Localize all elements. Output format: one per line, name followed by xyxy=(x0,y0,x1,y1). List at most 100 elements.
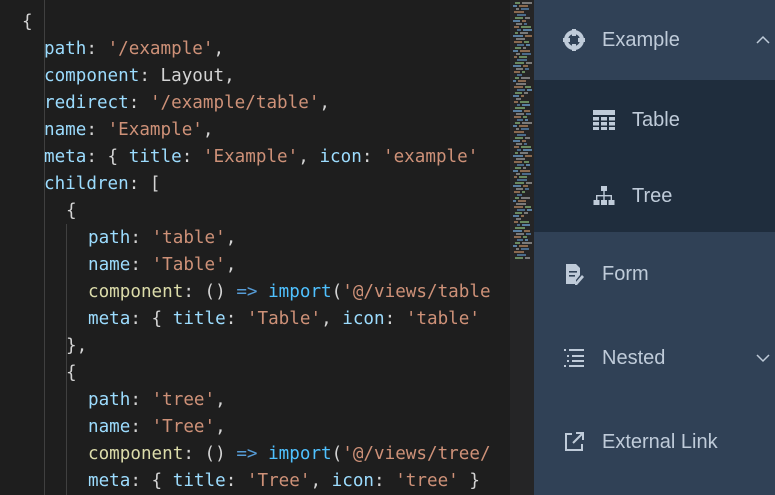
submenu-item-table[interactable]: Table xyxy=(534,82,775,158)
submenu-item-tree[interactable]: Tree xyxy=(534,158,775,234)
minimap-mark xyxy=(517,89,525,91)
code-line: { xyxy=(66,201,77,221)
minimap-mark xyxy=(516,53,520,55)
minimap-mark xyxy=(516,218,521,220)
minimap-mark xyxy=(525,86,531,88)
minimap-mark xyxy=(524,143,527,145)
minimap-mark xyxy=(523,47,526,49)
minimap-mark xyxy=(515,212,522,214)
code-line: component: () => import('@/views/tree/ xyxy=(88,444,491,464)
minimap-mark xyxy=(517,14,526,16)
minimap-mark xyxy=(525,35,532,37)
minimap-mark xyxy=(513,5,517,7)
minimap-mark xyxy=(516,98,521,100)
minimap-mark xyxy=(520,32,528,34)
minimap-mark xyxy=(522,224,530,226)
code-line: meta: { title: 'Table', icon: 'table' xyxy=(88,309,480,329)
minimap-mark xyxy=(522,173,531,175)
minimap-mark xyxy=(517,44,524,46)
editor-minimap[interactable] xyxy=(510,0,534,495)
code-line: path: 'table', xyxy=(88,228,237,248)
table-icon xyxy=(592,108,616,132)
minimap-mark xyxy=(516,8,519,10)
minimap-mark xyxy=(524,212,528,214)
minimap-mark xyxy=(517,149,521,151)
minimap-mark xyxy=(522,71,525,73)
chevron-down-icon xyxy=(756,354,770,363)
menu-item-nested[interactable]: Nested xyxy=(534,318,775,398)
minimap-mark xyxy=(513,200,516,202)
menu-item-external-link[interactable]: External Link xyxy=(534,402,775,482)
minimap-mark xyxy=(516,158,525,160)
minimap-mark xyxy=(526,113,531,115)
minimap-mark xyxy=(526,182,532,184)
menu-label-tree: Tree xyxy=(632,184,673,207)
minimap-mark xyxy=(516,68,523,70)
menu-label-external-link: External Link xyxy=(602,430,718,453)
minimap-mark xyxy=(513,110,522,112)
minimap-mark xyxy=(518,80,526,82)
minimap-mark xyxy=(515,197,519,199)
minimap-mark xyxy=(513,65,521,67)
minimap-mark xyxy=(513,230,522,232)
minimap-mark xyxy=(519,5,528,7)
minimap-mark xyxy=(524,110,530,112)
minimap-mark xyxy=(515,17,523,19)
minimap-mark xyxy=(523,185,528,187)
code-line: name: 'Table', xyxy=(88,255,237,275)
minimap-mark xyxy=(517,104,520,106)
code-line: { xyxy=(22,12,33,32)
minimap-mark xyxy=(514,71,520,73)
minimap-mark xyxy=(522,122,532,124)
minimap-mark xyxy=(518,200,526,202)
minimap-mark xyxy=(523,167,526,169)
minimap-mark xyxy=(513,185,521,187)
minimap-mark xyxy=(524,41,529,43)
minimap-mark xyxy=(513,155,523,157)
minimap-mark xyxy=(521,26,531,28)
code-line: component: () => import('@/views/table xyxy=(88,282,491,302)
minimap-mark xyxy=(523,149,532,151)
minimap-mark xyxy=(515,227,525,229)
code-line: path: '/example', xyxy=(44,39,225,59)
minimap-mark xyxy=(513,50,518,52)
minimap-mark xyxy=(514,251,524,253)
minimap-mark xyxy=(520,221,529,223)
minimap-mark xyxy=(515,257,523,259)
chevron-up-icon xyxy=(756,35,770,44)
minimap-mark xyxy=(513,35,523,37)
minimap-mark xyxy=(523,236,527,238)
minimap-mark xyxy=(517,209,525,211)
minimap-mark xyxy=(515,47,521,49)
minimap-mark xyxy=(513,215,519,217)
minimap-mark xyxy=(525,188,529,190)
minimap-mark xyxy=(521,146,531,148)
minimap-mark xyxy=(515,182,524,184)
external-link-icon xyxy=(562,430,586,454)
code-editor[interactable]: {path: '/example', component: Layout, redi… xyxy=(0,0,510,495)
code-line: { xyxy=(66,363,77,383)
minimap-mark xyxy=(522,2,532,4)
minimap-mark xyxy=(515,2,520,4)
minimap-mark xyxy=(525,68,529,70)
minimap-mark xyxy=(525,119,528,121)
minimap-mark xyxy=(514,221,518,223)
code-line: meta: { title: 'Example', icon: 'example… xyxy=(44,147,479,167)
minimap-mark xyxy=(521,197,530,199)
minimap-mark xyxy=(517,179,527,181)
menu-item-form[interactable]: Form xyxy=(534,234,775,314)
minimap-mark xyxy=(523,29,532,31)
minimap-mark xyxy=(521,128,529,130)
minimap-mark xyxy=(514,176,517,178)
minimap-mark xyxy=(514,191,520,193)
code-line: }, xyxy=(66,336,88,356)
minimap-mark xyxy=(516,143,522,145)
minimap-mark xyxy=(513,140,520,142)
minimap-mark xyxy=(521,215,524,217)
minimap-mark xyxy=(514,236,521,238)
minimap-mark xyxy=(523,116,527,118)
menu-item-example[interactable]: Example xyxy=(534,0,775,80)
minimap-mark xyxy=(521,95,524,97)
minimap-mark xyxy=(520,101,529,103)
minimap-mark xyxy=(514,161,522,163)
